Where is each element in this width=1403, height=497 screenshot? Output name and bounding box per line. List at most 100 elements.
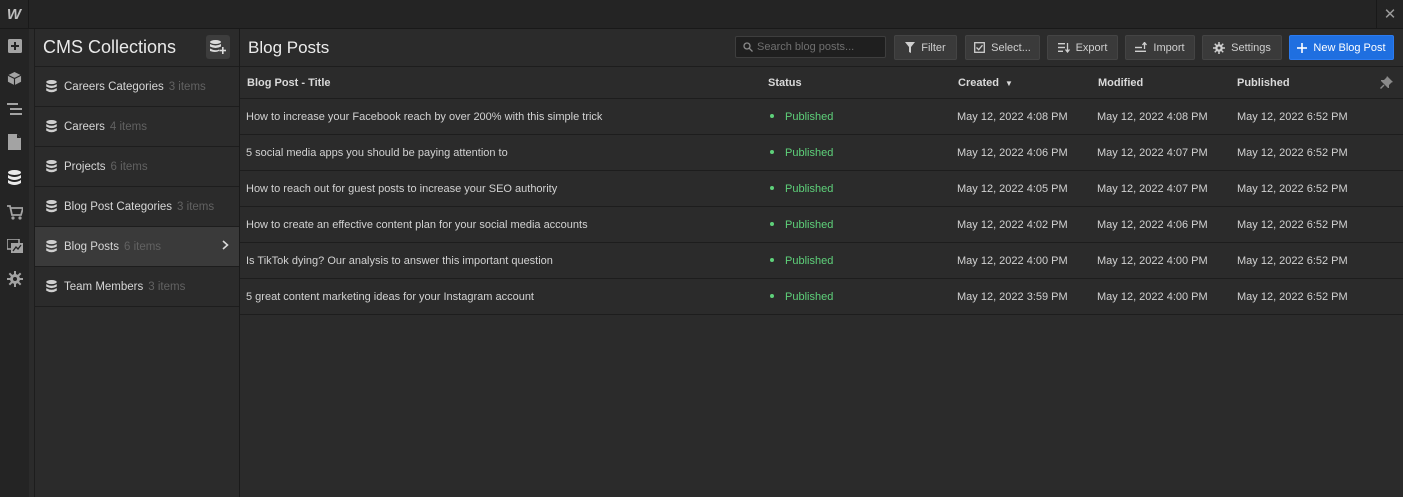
database-icon (46, 120, 58, 133)
table-row[interactable]: How to increase your Facebook reach by o… (240, 99, 1403, 135)
status-dot (770, 258, 774, 263)
filter-button[interactable]: Filter (894, 35, 957, 60)
published-date: May 12, 2022 6:52 PM (1237, 147, 1348, 159)
status-dot (770, 294, 774, 299)
sidebar-item-count: 3 items (168, 80, 206, 93)
created-date: May 12, 2022 4:05 PM (957, 183, 1068, 195)
status-label: Published (785, 111, 834, 123)
select-button[interactable]: Select... (965, 35, 1040, 60)
settings-icon[interactable] (4, 268, 25, 290)
table-row[interactable]: Is TikTok dying? Our analysis to answer … (240, 243, 1403, 279)
sort-desc-icon: ▼ (1005, 79, 1013, 88)
sidebar-item-count: 3 items (148, 280, 186, 293)
status-label: Published (785, 291, 834, 303)
status-badge: Published (770, 183, 833, 195)
close-button[interactable]: ✕ (1376, 0, 1403, 28)
created-date: May 12, 2022 4:08 PM (957, 111, 1068, 123)
sidebar-item[interactable]: Team Members 3 items (35, 267, 239, 307)
created-date: May 12, 2022 4:02 PM (957, 219, 1068, 231)
table-row[interactable]: How to reach out for guest posts to incr… (240, 171, 1403, 207)
collection-list: Careers Categories 3 items Careers 4 items P… (35, 67, 239, 307)
column-modified[interactable]: Modified (1098, 77, 1143, 89)
assets-icon[interactable] (4, 235, 25, 257)
database-icon (46, 160, 58, 173)
sidebar-item-count: 6 items (110, 160, 148, 173)
column-created-label: Created (958, 77, 999, 89)
modified-date: May 12, 2022 4:07 PM (1097, 183, 1208, 195)
settings-button[interactable]: Settings (1202, 35, 1282, 60)
modified-date: May 12, 2022 4:00 PM (1097, 255, 1208, 267)
created-date: May 12, 2022 3:59 PM (957, 291, 1068, 303)
sidebar-item[interactable]: Careers 4 items (35, 107, 239, 147)
sidebar-item-label: Careers (64, 120, 105, 133)
created-date: May 12, 2022 4:00 PM (957, 255, 1068, 267)
status-label: Published (785, 147, 834, 159)
sidebar-item[interactable]: Blog Post Categories 3 items (35, 187, 239, 227)
published-date: May 12, 2022 6:52 PM (1237, 255, 1348, 267)
post-title: 5 great content marketing ideas for your… (246, 291, 534, 303)
sidebar-item-label: Blog Post Categories (64, 200, 173, 213)
database-icon (46, 80, 58, 93)
table-header: Blog Post - Title Status Created ▼ Modif… (240, 67, 1403, 99)
sidebar-item[interactable]: Projects 6 items (35, 147, 239, 187)
left-rail (0, 29, 30, 497)
table-row[interactable]: 5 social media apps you should be paying… (240, 135, 1403, 171)
post-title: How to reach out for guest posts to incr… (246, 183, 558, 195)
status-dot (770, 150, 774, 155)
search-field[interactable] (735, 36, 886, 58)
status-badge: Published (770, 147, 833, 159)
select-icon (974, 42, 986, 53)
status-badge: Published (770, 111, 833, 123)
column-created[interactable]: Created ▼ (958, 77, 1013, 89)
new-blog-post-button[interactable]: New Blog Post (1289, 35, 1394, 60)
column-title[interactable]: Blog Post - Title (247, 77, 331, 89)
status-label: Published (785, 183, 834, 195)
collection-panel: Blog Posts Filter Select... Export Impor… (240, 29, 1403, 497)
add-collection-button[interactable] (206, 35, 230, 59)
import-button[interactable]: Import (1125, 35, 1195, 60)
status-dot (770, 114, 774, 119)
search-input[interactable] (757, 41, 877, 53)
filter-icon (905, 42, 916, 53)
table-row[interactable]: 5 great content marketing ideas for your… (240, 279, 1403, 315)
sidebar-item-count: 3 items (177, 200, 215, 213)
status-label: Published (785, 219, 834, 231)
table-row[interactable]: How to create an effective content plan … (240, 207, 1403, 243)
sidebar-item[interactable]: Careers Categories 3 items (35, 67, 239, 107)
sidebar-header: CMS Collections (35, 29, 239, 67)
import-icon (1135, 42, 1148, 53)
created-date: May 12, 2022 4:06 PM (957, 147, 1068, 159)
status-badge: Published (770, 255, 833, 267)
navigator-icon[interactable] (4, 98, 25, 120)
import-label: Import (1153, 41, 1185, 54)
export-button[interactable]: Export (1047, 35, 1118, 60)
published-date: May 12, 2022 6:52 PM (1237, 219, 1348, 231)
status-dot (770, 186, 774, 191)
page-title: Blog Posts (248, 38, 330, 57)
ecommerce-icon[interactable] (4, 201, 25, 223)
sidebar-item[interactable]: Blog Posts 6 items (35, 227, 239, 267)
status-badge: Published (770, 219, 833, 231)
select-label: Select... (991, 41, 1031, 54)
database-icon (46, 240, 58, 253)
status-badge: Published (770, 291, 833, 303)
post-title: Is TikTok dying? Our analysis to answer … (246, 255, 553, 267)
column-status[interactable]: Status (768, 77, 802, 89)
pages-icon[interactable] (4, 131, 25, 153)
column-published[interactable]: Published (1237, 77, 1290, 89)
modified-date: May 12, 2022 4:00 PM (1097, 291, 1208, 303)
database-icon (46, 280, 58, 293)
webflow-logo[interactable]: W (0, 0, 28, 28)
chevron-right-icon (222, 239, 229, 253)
add-panel-icon[interactable] (4, 35, 25, 57)
status-dot (770, 222, 774, 227)
filter-label: Filter (921, 41, 946, 54)
new-blog-post-label: New Blog Post (1313, 41, 1386, 54)
post-title: How to increase your Facebook reach by o… (246, 111, 603, 123)
cms-icon[interactable] (4, 167, 25, 189)
modified-date: May 12, 2022 4:06 PM (1097, 219, 1208, 231)
sidebar-item-count: 6 items (123, 240, 162, 253)
components-icon[interactable] (4, 67, 25, 89)
published-date: May 12, 2022 6:52 PM (1237, 111, 1348, 123)
pin-icon[interactable] (1380, 76, 1393, 92)
